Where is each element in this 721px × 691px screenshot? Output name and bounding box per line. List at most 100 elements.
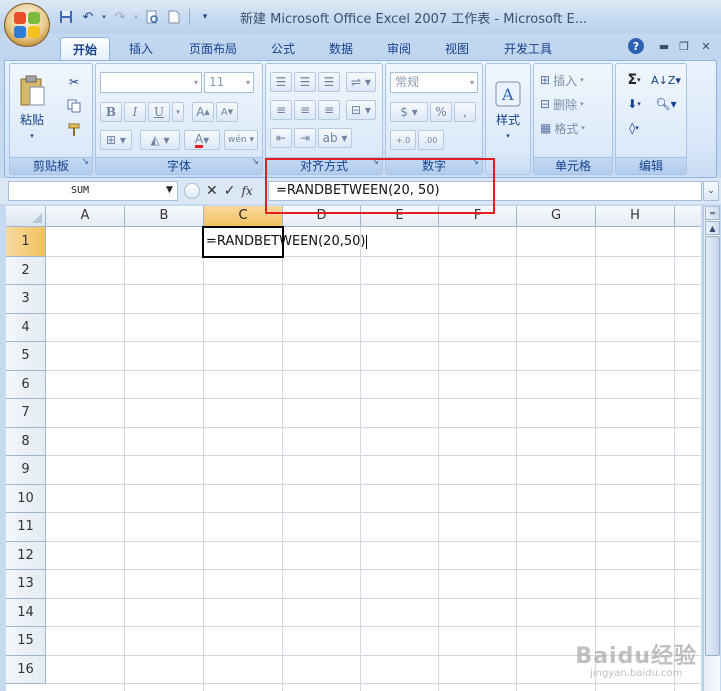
font-name-combo[interactable]: ▾ — [100, 72, 202, 93]
find-select-icon[interactable]: 🔍︎▾ — [652, 94, 680, 114]
office-button[interactable] — [4, 3, 50, 47]
row-header-13[interactable]: 13 — [6, 570, 46, 599]
restore-icon[interactable]: ❐ — [676, 38, 692, 54]
column-header-c[interactable]: C — [204, 206, 283, 227]
insert-cells-button[interactable]: ⊞ 插入 ▾ — [540, 70, 584, 90]
tab-data[interactable]: 数据 — [318, 37, 364, 60]
merge-center-icon[interactable]: ⊟ ▾ — [346, 100, 376, 120]
fill-icon[interactable]: ⬇ ▾ — [622, 94, 646, 114]
decrease-indent-icon[interactable]: ⇤ — [270, 128, 292, 148]
tab-insert[interactable]: 插入 — [118, 37, 164, 60]
column-header-b[interactable]: B — [125, 206, 204, 227]
undo-icon[interactable]: ↶ — [78, 7, 98, 27]
close-icon[interactable]: ✕ — [698, 38, 714, 54]
row-header-10[interactable]: 10 — [6, 485, 46, 513]
scroll-up-icon[interactable]: ▲ — [705, 221, 720, 235]
fill-color-icon[interactable]: ◭ ▾ — [140, 130, 180, 150]
cancel-icon[interactable]: ✕ — [206, 183, 218, 199]
shrink-font-icon[interactable]: A ▼ — [216, 102, 238, 122]
align-center-icon[interactable]: ≡ — [294, 100, 316, 120]
font-color-icon[interactable]: A ▾ — [184, 130, 220, 150]
chevron-down-icon[interactable]: ▾ — [132, 7, 140, 27]
styles-button[interactable]: A 样式 ▾ — [490, 70, 526, 150]
print-preview-icon[interactable] — [142, 7, 162, 27]
row-header-3[interactable]: 3 — [6, 285, 46, 314]
row-header-2[interactable]: 2 — [6, 257, 46, 285]
vertical-scrollbar[interactable]: ═ ▲ — [703, 206, 720, 691]
number-format-combo[interactable]: 常规 ▾ — [390, 72, 478, 93]
redo-icon[interactable]: ↷ — [110, 7, 130, 27]
align-top-icon[interactable]: ☰ — [270, 72, 292, 92]
row-header-7[interactable]: 7 — [6, 399, 46, 428]
help-icon[interactable]: ? — [628, 38, 644, 54]
row-header-14[interactable]: 14 — [6, 599, 46, 627]
borders-icon[interactable]: ⊞ ▾ — [100, 130, 132, 150]
row-header-9[interactable]: 9 — [6, 456, 46, 485]
row-header-8[interactable]: 8 — [6, 428, 46, 456]
column-header-f[interactable]: F — [439, 206, 517, 227]
tab-home[interactable]: 开始 — [60, 37, 110, 60]
format-cells-button[interactable]: ▦ 格式 ▾ — [540, 118, 585, 138]
phonetic-icon[interactable]: wén ▾ — [224, 130, 258, 150]
dialog-launcher-icon[interactable]: ↘ — [371, 154, 379, 171]
insert-function-button[interactable]: fx — [241, 184, 252, 198]
dialog-launcher-icon[interactable]: ↘ — [471, 154, 479, 171]
bold-button[interactable]: B — [100, 102, 122, 122]
align-left-icon[interactable]: ≡ — [270, 100, 292, 120]
row-header-11[interactable]: 11 — [6, 513, 46, 542]
font-size-combo[interactable]: 11 ▾ — [204, 72, 254, 93]
select-all-button[interactable] — [6, 206, 46, 227]
align-bottom-icon[interactable]: ☰ — [318, 72, 340, 92]
tab-developer[interactable]: 开发工具 — [492, 37, 564, 60]
wrap-text-icon[interactable]: ⇌ ▾ — [346, 72, 376, 92]
increase-decimal-icon[interactable]: +.0 — [390, 130, 416, 150]
comma-button[interactable]: , — [454, 102, 476, 122]
column-header-h[interactable]: H — [596, 206, 675, 227]
format-painter-icon[interactable] — [64, 120, 84, 140]
tab-page-layout[interactable]: 页面布局 — [178, 37, 248, 60]
copy-icon[interactable] — [64, 96, 84, 116]
customize-qat-icon[interactable]: ▾ — [195, 7, 215, 27]
tab-formulas[interactable]: 公式 — [260, 37, 306, 60]
grow-font-icon[interactable]: A ▲ — [192, 102, 214, 122]
paste-button[interactable]: 粘贴 ▾ — [14, 68, 50, 146]
tab-review[interactable]: 审阅 — [376, 37, 422, 60]
scrollbar-thumb[interactable] — [705, 236, 720, 656]
clear-icon[interactable]: ◊ ▾ — [622, 118, 646, 138]
new-document-icon[interactable] — [164, 7, 184, 27]
row-header-4[interactable]: 4 — [6, 314, 46, 342]
delete-cells-button[interactable]: ⊟ 删除 ▾ — [540, 94, 584, 114]
row-header-12[interactable]: 12 — [6, 542, 46, 570]
align-middle-icon[interactable]: ☰ — [294, 72, 316, 92]
increase-indent-icon[interactable]: ⇥ — [294, 128, 316, 148]
column-header-a[interactable]: A — [46, 206, 125, 227]
align-right-icon[interactable]: ≡ — [318, 100, 340, 120]
row-header-15[interactable]: 15 — [6, 627, 46, 656]
minimize-icon[interactable]: ▬ — [656, 38, 672, 54]
chevron-down-icon[interactable]: ▼ — [166, 185, 173, 195]
save-icon[interactable] — [56, 7, 76, 27]
orientation-icon[interactable]: ab ▾ — [318, 128, 352, 148]
worksheet-grid[interactable]: A B C D E F G H 1 2 3 4 5 6 7 8 9 10 11 … — [6, 206, 701, 691]
column-header-partial[interactable] — [675, 206, 701, 227]
formula-input[interactable]: =RANDBETWEEN(20, 50) — [268, 181, 702, 201]
sort-filter-icon[interactable]: A↓Z▾ — [651, 70, 681, 90]
column-header-e[interactable]: E — [361, 206, 439, 227]
expand-formula-bar-icon[interactable]: ⌄ — [703, 181, 719, 201]
column-header-d[interactable]: D — [283, 206, 361, 227]
dialog-launcher-icon[interactable]: ↘ — [251, 154, 259, 171]
row-header-6[interactable]: 6 — [6, 371, 46, 399]
cut-icon[interactable]: ✂ — [64, 72, 84, 92]
decrease-decimal-icon[interactable]: .00 — [418, 130, 444, 150]
row-header-1[interactable]: 1 — [6, 227, 46, 257]
enter-icon[interactable]: ✓ — [224, 183, 236, 199]
accounting-format-icon[interactable]: $ ▾ — [390, 102, 428, 122]
split-box[interactable]: ═ — [705, 206, 720, 220]
row-header-5[interactable]: 5 — [6, 342, 46, 371]
chevron-down-icon[interactable]: ▾ — [172, 102, 184, 122]
formula-bar-handle[interactable] — [184, 183, 200, 199]
name-box[interactable]: SUM — [8, 181, 178, 201]
italic-button[interactable]: I — [124, 102, 146, 122]
dialog-launcher-icon[interactable]: ↘ — [81, 154, 89, 171]
column-header-g[interactable]: G — [517, 206, 596, 227]
